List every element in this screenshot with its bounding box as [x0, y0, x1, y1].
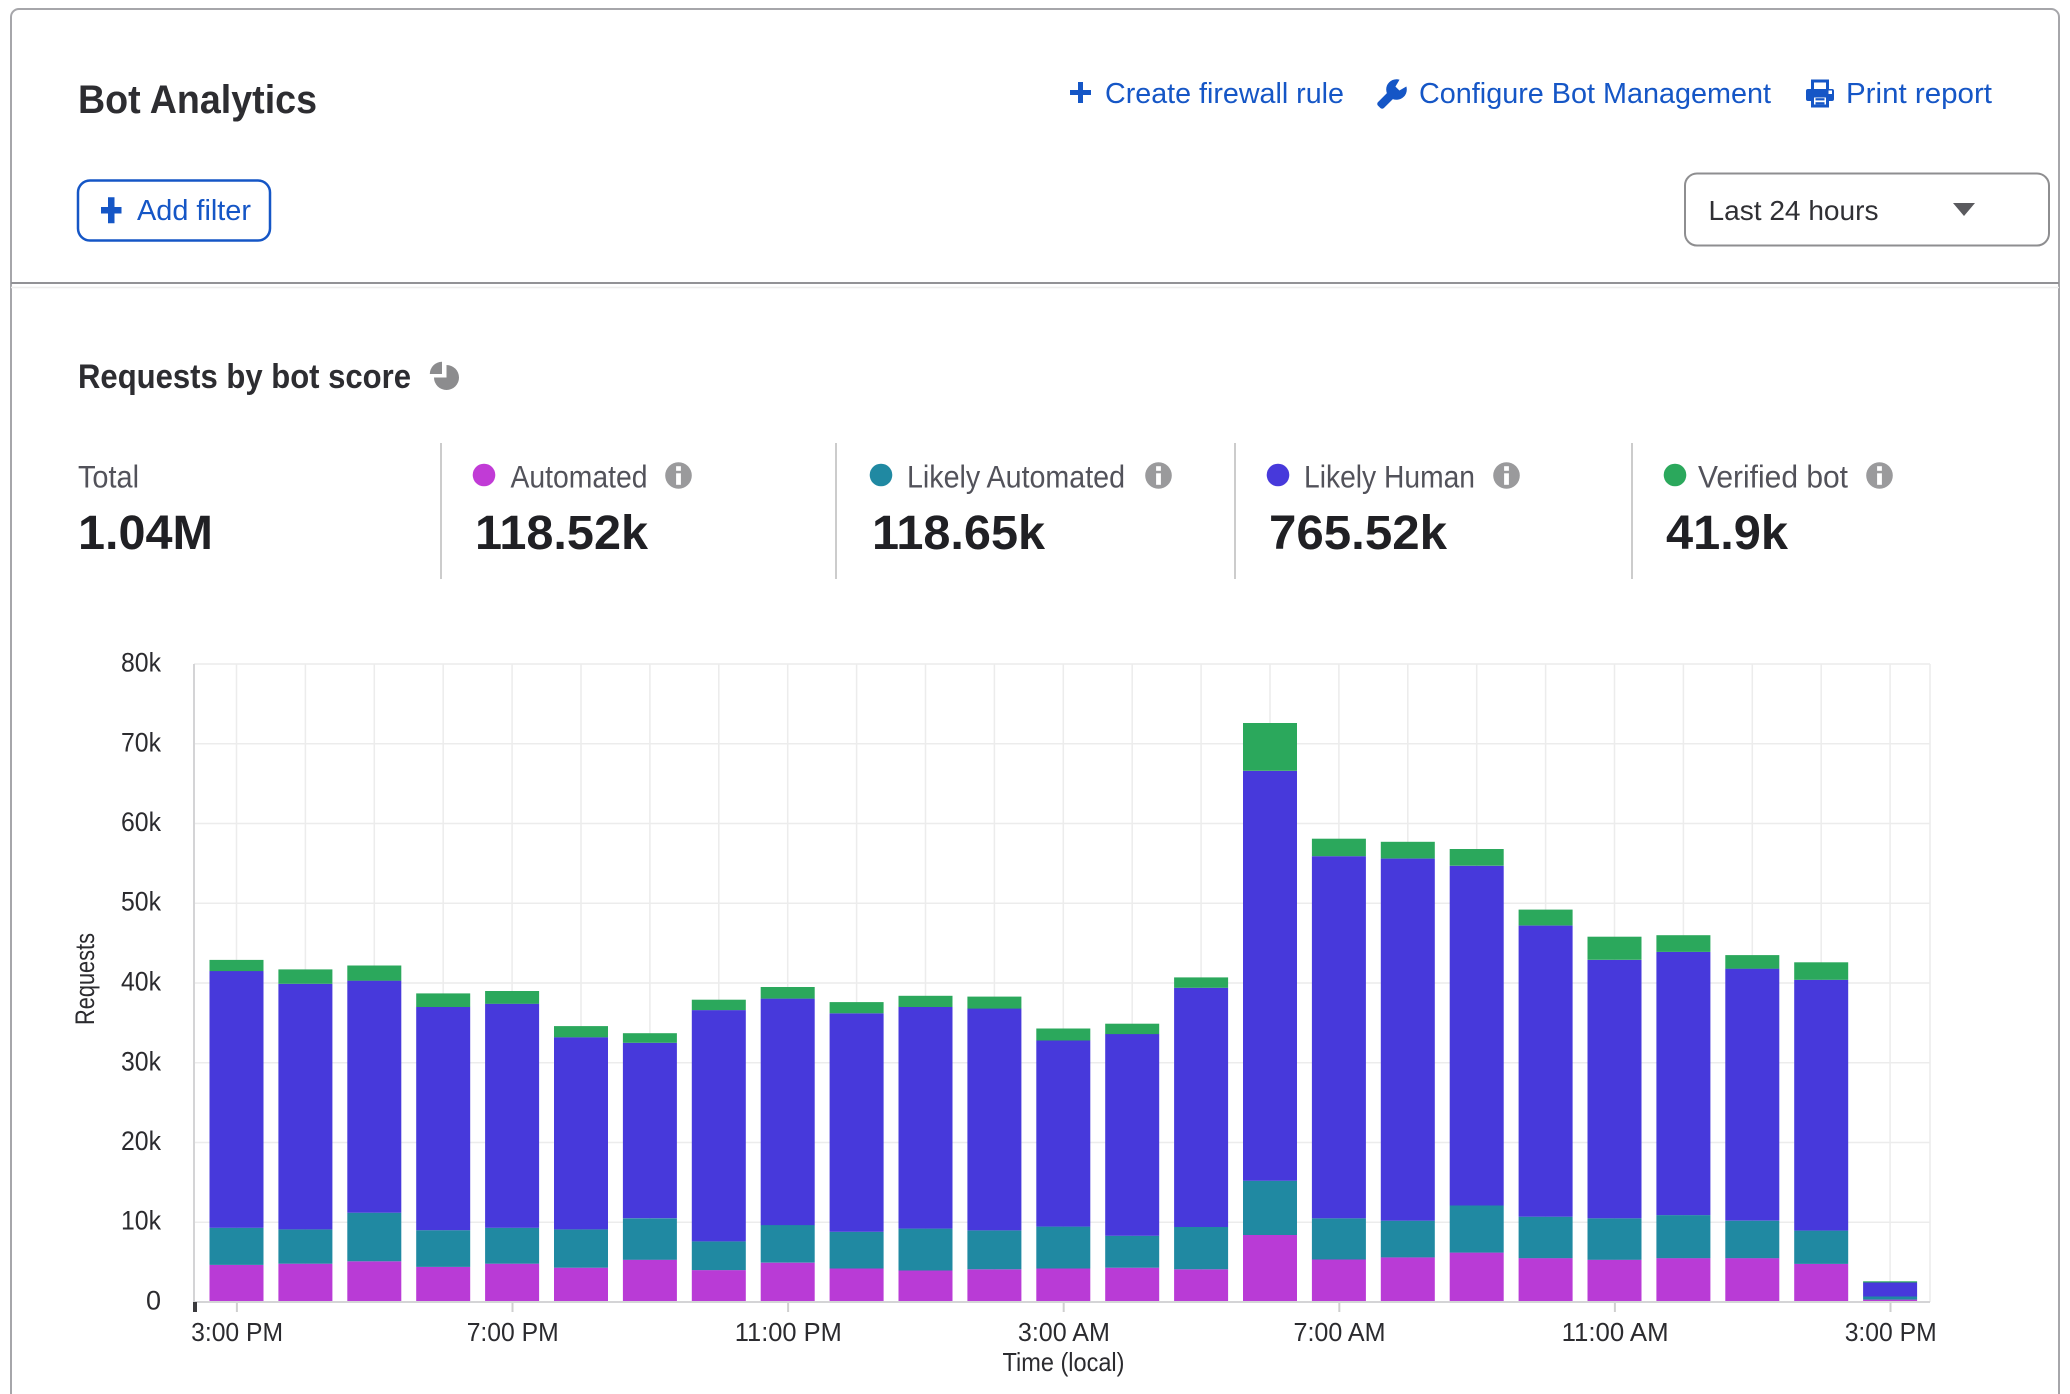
svg-text:Time (local): Time (local)	[1003, 1347, 1125, 1377]
svg-text:765.52k: 765.52k	[1269, 507, 1447, 560]
svg-text:3:00 PM: 3:00 PM	[1845, 1319, 1937, 1347]
svg-text:50k: 50k	[121, 887, 161, 917]
svg-text:41.9k: 41.9k	[1666, 507, 1788, 560]
svg-text:1.04M: 1.04M	[78, 507, 213, 560]
svg-text:118.52k: 118.52k	[475, 507, 648, 560]
svg-text:Last 24 hours: Last 24 hours	[1709, 195, 1879, 226]
svg-text:30k: 30k	[121, 1046, 161, 1076]
svg-text:10k: 10k	[121, 1206, 161, 1236]
svg-text:Total: Total	[78, 459, 139, 495]
svg-text:11:00 PM: 11:00 PM	[735, 1319, 842, 1347]
svg-text:Likely Automated: Likely Automated	[907, 459, 1125, 495]
svg-text:11:00 AM: 11:00 AM	[1562, 1319, 1669, 1347]
svg-text:7:00 PM: 7:00 PM	[467, 1319, 559, 1347]
svg-text:3:00 PM: 3:00 PM	[191, 1319, 283, 1347]
svg-text:Configure Bot Management: Configure Bot Management	[1419, 78, 1771, 110]
svg-text:70k: 70k	[121, 727, 161, 757]
svg-text:Bot Analytics: Bot Analytics	[78, 78, 317, 122]
svg-text:Requests by bot score: Requests by bot score	[78, 358, 411, 396]
svg-text:Add filter: Add filter	[137, 195, 251, 227]
svg-text:Verified bot: Verified bot	[1698, 459, 1848, 495]
svg-text:0: 0	[146, 1286, 161, 1316]
svg-text:118.65k: 118.65k	[872, 507, 1045, 560]
svg-text:Automated: Automated	[511, 459, 648, 495]
svg-text:3:00 AM: 3:00 AM	[1018, 1319, 1110, 1347]
svg-text:Print report: Print report	[1846, 78, 1992, 110]
svg-text:Likely Human: Likely Human	[1304, 459, 1475, 495]
svg-text:20k: 20k	[121, 1126, 161, 1156]
svg-text:Create firewall rule: Create firewall rule	[1105, 78, 1344, 110]
svg-text:7:00 AM: 7:00 AM	[1294, 1319, 1386, 1347]
svg-text:Requests: Requests	[70, 933, 100, 1025]
svg-text:60k: 60k	[121, 807, 161, 837]
svg-text:40k: 40k	[121, 967, 161, 997]
svg-text:80k: 80k	[121, 648, 161, 678]
